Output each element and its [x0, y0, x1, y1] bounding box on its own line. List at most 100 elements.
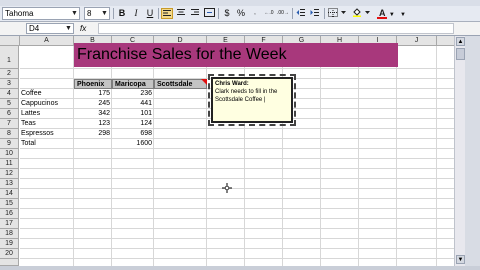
toolbar-divider: [324, 8, 325, 19]
formatting-toolbar: Tahoma ▼ 8 ▼ B I U $ % , ←.0 .00→ A ▼ ▼: [0, 6, 480, 22]
font-size-select[interactable]: 8 ▼: [84, 7, 110, 20]
row-header-17[interactable]: 17: [0, 219, 19, 229]
row-header-13[interactable]: 13: [0, 179, 19, 189]
header-phoenix[interactable]: Phoenix: [74, 79, 112, 89]
maricopa-total[interactable]: 1600: [112, 139, 154, 149]
row-header-4[interactable]: 4: [0, 89, 19, 99]
merge-center-button[interactable]: [203, 8, 215, 19]
phoenix-value[interactable]: 342: [74, 109, 112, 119]
item-label[interactable]: Espressos: [21, 129, 73, 139]
row-header-18[interactable]: 18: [0, 229, 19, 239]
column-header-j[interactable]: J: [397, 36, 437, 46]
row-header-21[interactable]: [0, 259, 19, 266]
underline-button[interactable]: U: [144, 8, 156, 19]
maricopa-value[interactable]: 441: [112, 99, 154, 109]
align-right-icon: [191, 9, 199, 15]
align-left-icon: [163, 10, 171, 16]
increase-indent-button[interactable]: [309, 8, 321, 19]
row-header-3[interactable]: 3: [0, 79, 19, 89]
comment-indicator-icon: [201, 79, 207, 85]
name-box[interactable]: D4 ▼: [26, 23, 74, 34]
row-header-9[interactable]: 9: [0, 139, 19, 149]
align-right-button[interactable]: [189, 8, 201, 19]
italic-button[interactable]: I: [130, 8, 142, 19]
row-header-14[interactable]: 14: [0, 189, 19, 199]
gridline: [20, 228, 454, 229]
maricopa-value[interactable]: 124: [112, 119, 154, 129]
item-label[interactable]: Teas: [21, 119, 73, 129]
gridline: [396, 46, 397, 266]
formula-input[interactable]: [98, 23, 454, 34]
row-header-8[interactable]: 8: [0, 129, 19, 139]
gridline: [358, 46, 359, 266]
toolbar-options-button[interactable]: ▼: [399, 8, 407, 19]
scroll-up-icon[interactable]: ▲: [456, 37, 465, 46]
item-label[interactable]: Coffee: [21, 89, 73, 99]
align-left-button[interactable]: [161, 8, 173, 19]
chevron-down-icon: ▼: [65, 25, 72, 32]
align-center-icon: [177, 9, 185, 15]
comment-text[interactable]: Clark needs to fill in the Scottsdale Co…: [215, 89, 277, 103]
font-name-select[interactable]: Tahoma ▼: [2, 7, 80, 20]
increase-decimal-button[interactable]: ←.0: [263, 8, 275, 19]
decrease-indent-button[interactable]: [295, 8, 307, 19]
row-header-16[interactable]: 16: [0, 209, 19, 219]
row-header-12[interactable]: 12: [0, 169, 19, 179]
phoenix-value[interactable]: 298: [74, 129, 112, 139]
scroll-thumb[interactable]: [456, 48, 465, 60]
total-label[interactable]: Total: [21, 139, 73, 149]
comma-style-button[interactable]: ,: [249, 8, 261, 19]
bold-button[interactable]: B: [116, 8, 128, 19]
toolbar-divider: [218, 8, 219, 19]
gridline: [20, 248, 454, 249]
merge-center-icon: [203, 8, 215, 17]
window-edge: [465, 0, 480, 270]
phoenix-value[interactable]: 245: [74, 99, 112, 109]
row-header-2[interactable]: 2: [0, 69, 19, 79]
percent-button[interactable]: %: [235, 8, 247, 19]
column-header-k[interactable]: [437, 36, 454, 46]
row-header-11[interactable]: 11: [0, 159, 19, 169]
row-header-5[interactable]: 5: [0, 99, 19, 109]
select-all-corner[interactable]: [0, 36, 20, 46]
increase-decimal-icon: ←.0: [264, 10, 274, 16]
currency-button[interactable]: $: [221, 8, 233, 19]
scroll-down-icon[interactable]: ▼: [456, 255, 465, 264]
align-center-button[interactable]: [175, 8, 187, 19]
item-label[interactable]: Lattes: [21, 109, 73, 119]
fill-color-icon: [353, 8, 370, 17]
chevron-down-icon: ▼: [387, 12, 395, 18]
row-header-15[interactable]: 15: [0, 199, 19, 209]
worksheet-grid[interactable]: A B C D E F G H I J 1 2 3 4 5 6 7 8 9 10…: [0, 36, 454, 266]
maricopa-value[interactable]: 236: [112, 89, 154, 99]
header-maricopa[interactable]: Maricopa: [112, 79, 154, 89]
maricopa-value[interactable]: 101: [112, 109, 154, 119]
fill-color-button[interactable]: [351, 8, 373, 19]
sheet-tabs-strip: [0, 266, 480, 270]
maricopa-value[interactable]: 698: [112, 129, 154, 139]
name-box-value: D4: [29, 24, 40, 33]
row-header-10[interactable]: 10: [0, 149, 19, 159]
row-header-7[interactable]: 7: [0, 119, 19, 129]
fx-label: fx: [80, 24, 87, 33]
cell-comment[interactable]: Chris Ward: Clark needs to fill in the S…: [211, 77, 293, 123]
chevron-down-icon: ▼: [71, 10, 78, 17]
header-scottsdale[interactable]: Scottsdale: [154, 79, 207, 89]
item-label[interactable]: Cappucinos: [21, 99, 73, 109]
vertical-scrollbar[interactable]: ▲ ▼: [454, 36, 465, 266]
decrease-decimal-button[interactable]: .00→: [277, 8, 289, 19]
phoenix-value[interactable]: 175: [74, 89, 112, 99]
row-header-20[interactable]: 20: [0, 249, 19, 259]
gridline: [20, 148, 454, 149]
gridline: [20, 178, 454, 179]
row-header-6[interactable]: 6: [0, 109, 19, 119]
font-color-button[interactable]: A ▼: [375, 8, 397, 19]
row-header-1[interactable]: 1: [0, 46, 19, 69]
row-header-19[interactable]: 19: [0, 239, 19, 249]
gridline: [320, 46, 321, 266]
phoenix-value[interactable]: 123: [74, 119, 112, 129]
sheet-title[interactable]: Franchise Sales for the Week: [77, 46, 287, 64]
borders-button[interactable]: [327, 8, 349, 19]
gridline: [20, 238, 454, 239]
column-header-a[interactable]: A: [20, 36, 74, 46]
